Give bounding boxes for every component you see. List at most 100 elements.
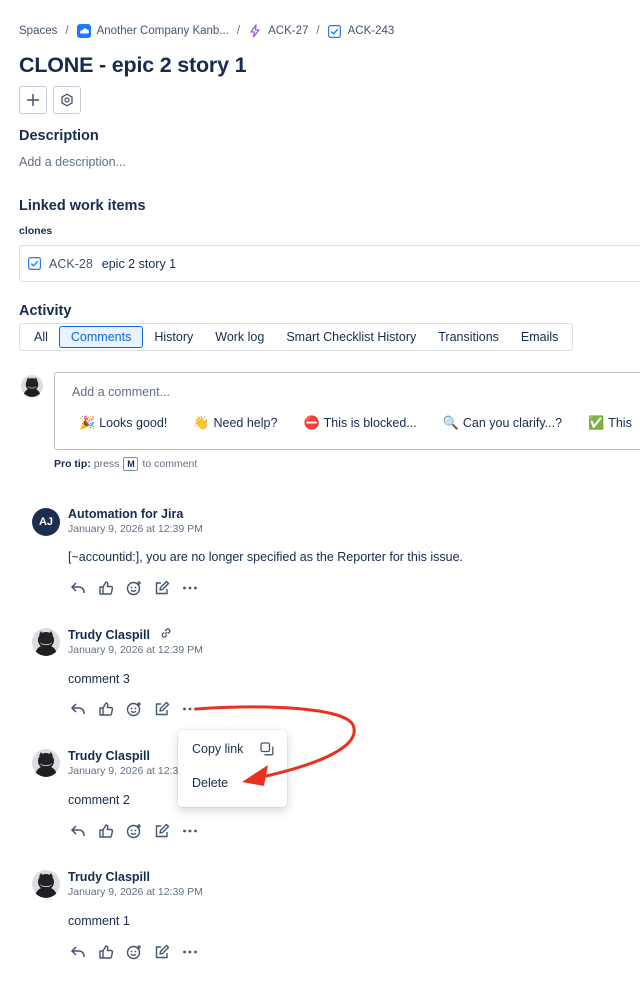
avatar[interactable]: AJ: [32, 508, 60, 536]
comment-author[interactable]: Trudy Claspill: [68, 628, 150, 642]
add-button[interactable]: [19, 86, 47, 114]
comment-author[interactable]: Trudy Claspill: [68, 749, 150, 763]
quick-replies: 🎉 Looks good! 👋 Need help? ⛔ This is blocke…: [79, 415, 640, 431]
more-icon[interactable]: [181, 943, 199, 961]
reply-icon[interactable]: [69, 579, 87, 597]
task-checkbox-icon: [28, 257, 41, 270]
quick-reply-need-help[interactable]: 👋 Need help?: [193, 415, 277, 431]
comment-actions: [69, 579, 209, 597]
description-field[interactable]: Add a description...: [19, 155, 126, 169]
breadcrumb-project-label: Another Company Kanb...: [96, 25, 229, 37]
quick-reply-label: Looks good!: [99, 416, 168, 430]
task-checkbox-icon: [328, 24, 342, 38]
add-reaction-icon[interactable]: [125, 822, 143, 840]
activity-tabs: All Comments History Work log Smart Chec…: [19, 323, 574, 351]
menu-item-copy-link[interactable]: Copy link: [192, 742, 274, 756]
menu-item-delete[interactable]: Delete: [192, 776, 228, 790]
breadcrumb-issue-label: ACK-243: [347, 25, 395, 37]
thumbs-up-icon[interactable]: [97, 700, 115, 718]
quick-reply-blocked[interactable]: ⛔ This is blocked...: [303, 415, 416, 431]
tab-emails[interactable]: Emails: [510, 326, 570, 348]
comment-composer[interactable]: Add a comment... 🎉 Looks good! 👋 Need help…: [54, 372, 640, 450]
annotation-arrow: [194, 705, 356, 786]
reply-icon[interactable]: [69, 822, 87, 840]
more-icon[interactable]: [181, 579, 199, 597]
tab-all[interactable]: All: [23, 326, 59, 348]
linked-item-summary[interactable]: epic 2 story 1: [102, 257, 176, 271]
comment-input-placeholder[interactable]: Add a comment...: [72, 385, 170, 399]
menu-item-label: Delete: [192, 776, 229, 790]
quick-reply-label: This is blocked...: [323, 416, 417, 430]
tab-smart-checklist-history[interactable]: Smart Checklist History: [275, 326, 427, 348]
breadcrumb-epic[interactable]: ACK-27: [248, 24, 308, 38]
comment-author[interactable]: Automation for Jira: [68, 507, 183, 521]
reply-icon[interactable]: [69, 700, 87, 718]
waving-hand-icon: 👋: [193, 415, 210, 430]
no-entry-icon: ⛔: [303, 415, 320, 430]
breadcrumb-spaces[interactable]: Spaces: [19, 25, 57, 37]
comment-body: comment 1: [68, 914, 130, 928]
apps-button[interactable]: [53, 86, 81, 114]
avatar[interactable]: [32, 628, 60, 656]
menu-item-label: Copy link: [192, 742, 244, 756]
comment-actions: [69, 700, 209, 718]
comment-more-menu: Copy link Delete: [178, 730, 287, 807]
linked-item-key[interactable]: ACK-28: [49, 257, 93, 271]
comment-timestamp[interactable]: January 9, 2026 at 12:39 PM: [68, 523, 203, 535]
cloud-project-icon: [76, 24, 91, 38]
breadcrumb-project[interactable]: Another Company Kanb...: [76, 24, 229, 38]
link-icon[interactable]: [159, 626, 173, 645]
tab-work-log[interactable]: Work log: [204, 326, 275, 348]
quick-reply-looks-good[interactable]: 🎉 Looks good!: [79, 415, 167, 431]
more-icon[interactable]: [181, 822, 199, 840]
more-icon[interactable]: [181, 700, 199, 718]
comment-timestamp[interactable]: January 9, 2026 at 12:39 PM: [68, 644, 203, 656]
add-reaction-icon[interactable]: [125, 943, 143, 961]
comment-body: [~accountid:], you are no longer specifi…: [68, 550, 464, 564]
tab-history[interactable]: History: [143, 326, 204, 348]
pro-tip-suffix: to comment: [142, 458, 198, 470]
reply-icon[interactable]: [69, 943, 87, 961]
add-reaction-icon[interactable]: [125, 700, 143, 718]
breadcrumb-separator: /: [65, 25, 69, 37]
edit-icon[interactable]: [153, 943, 171, 961]
tab-comments[interactable]: Comments: [58, 326, 144, 348]
pro-tip: Pro tip: press M to comment: [54, 457, 197, 471]
comment-author[interactable]: Trudy Claspill: [68, 870, 150, 884]
thumbs-up-icon[interactable]: [97, 943, 115, 961]
tab-transitions[interactable]: Transitions: [427, 326, 510, 348]
page-title: CLONE - epic 2 story 1: [19, 53, 247, 77]
edit-icon[interactable]: [153, 579, 171, 597]
comment-actions: [69, 943, 209, 961]
hexagon-settings-icon: [61, 93, 73, 107]
thumbs-up-icon[interactable]: [97, 579, 115, 597]
description-heading: Description: [19, 128, 99, 144]
quick-reply-this[interactable]: ✅ This: [588, 415, 632, 431]
edit-icon[interactable]: [153, 822, 171, 840]
party-popper-icon: 🎉: [79, 415, 96, 430]
breadcrumb-separator: /: [316, 25, 320, 37]
quick-reply-clarify[interactable]: 🔍 Can you clarify...?: [443, 415, 562, 431]
comment-timestamp[interactable]: January 9, 2026 at 12:3: [68, 765, 178, 777]
breadcrumb-issue[interactable]: ACK-243: [328, 24, 395, 38]
quick-reply-label: This: [608, 416, 632, 430]
link-relation-label: clones: [19, 225, 53, 237]
pro-tip-press: press: [93, 458, 120, 470]
quick-reply-label: Can you clarify...?: [462, 416, 563, 430]
linked-item-row[interactable]: ACK-28 epic 2 story 1: [19, 245, 640, 282]
comment-actions: [69, 822, 209, 840]
avatar[interactable]: [32, 870, 60, 898]
epic-lightning-icon: [248, 24, 262, 38]
keyboard-key-m: M: [123, 457, 139, 471]
add-reaction-icon[interactable]: [125, 579, 143, 597]
quick-reply-label: Need help?: [213, 416, 278, 430]
edit-icon[interactable]: [153, 700, 171, 718]
current-user-avatar[interactable]: [21, 375, 43, 397]
plus-icon: [27, 94, 39, 106]
comment-body: comment 3: [68, 672, 130, 686]
comment-timestamp[interactable]: January 9, 2026 at 12:39 PM: [68, 886, 203, 898]
thumbs-up-icon[interactable]: [97, 822, 115, 840]
breadcrumb-epic-label: ACK-27: [268, 25, 309, 37]
activity-heading: Activity: [19, 303, 72, 319]
avatar[interactable]: [32, 749, 60, 777]
